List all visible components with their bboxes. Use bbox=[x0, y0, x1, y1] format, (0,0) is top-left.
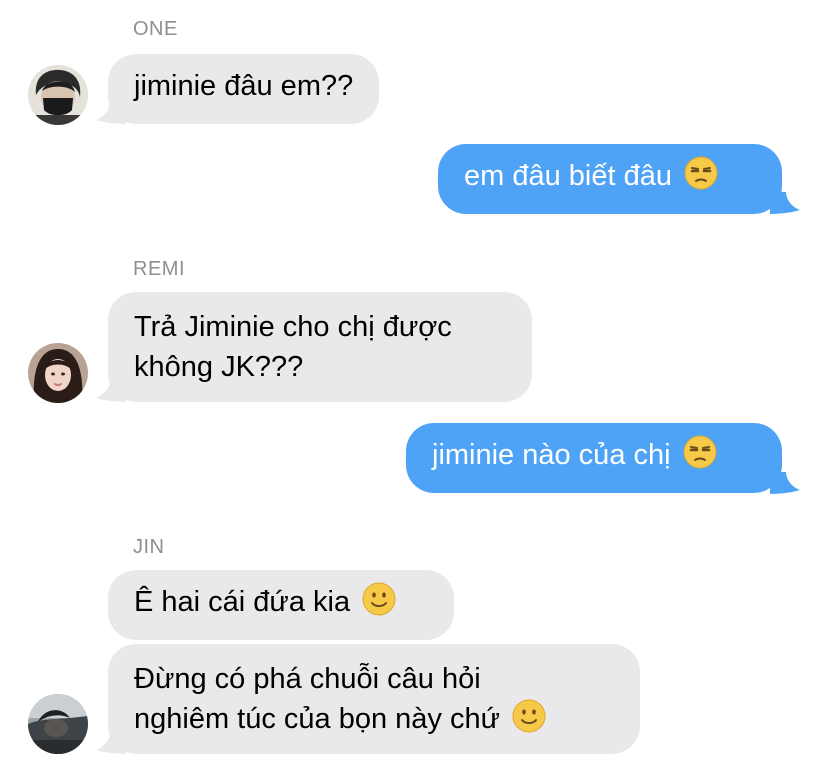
message-bubble-incoming[interactable]: Đừng có phá chuỗi câu hỏi nghiêm túc của… bbox=[108, 644, 640, 754]
message-bubble-incoming[interactable]: jiminie đâu em?? bbox=[108, 54, 380, 124]
unamused-face-icon bbox=[684, 156, 718, 190]
message-text: nghiêm túc của bọn này chứ bbox=[134, 703, 501, 735]
message-text-line-2: nghiêm túc của bọn này chứ bbox=[134, 699, 614, 739]
slightly-smiling-face-icon bbox=[512, 699, 546, 733]
avatar-jin-icon[interactable] bbox=[28, 694, 88, 754]
message-bubble-outgoing[interactable]: em đâu biết đâu bbox=[438, 144, 782, 214]
sender-name: JIN bbox=[133, 536, 165, 558]
sender-name: ONE bbox=[133, 18, 178, 40]
message-bubble-incoming[interactable]: Trả Jiminie cho chị được không JK??? bbox=[108, 292, 532, 402]
message-bubble-incoming[interactable]: Ê hai cái đứa kia bbox=[108, 570, 454, 640]
sender-name: REMI bbox=[133, 258, 185, 280]
message-bubble-outgoing[interactable]: jiminie nào của chị bbox=[406, 423, 782, 493]
message-text-line-1: Trả Jiminie cho chị được bbox=[134, 311, 452, 343]
avatar-remi-icon[interactable] bbox=[28, 343, 88, 403]
unamused-face-icon bbox=[683, 435, 717, 469]
message-text: Ê hai cái đứa kia bbox=[134, 586, 351, 618]
message-text: jiminie nào của chị bbox=[432, 439, 671, 471]
message-text-line-2: không JK??? bbox=[134, 351, 304, 383]
slightly-smiling-face-icon bbox=[362, 582, 396, 616]
message-text: em đâu biết đâu bbox=[464, 160, 672, 192]
message-text: jiminie đâu em?? bbox=[134, 70, 354, 102]
message-text-line-1: Đừng có phá chuỗi câu hỏi bbox=[134, 663, 481, 695]
avatar-one-icon[interactable] bbox=[28, 65, 88, 125]
